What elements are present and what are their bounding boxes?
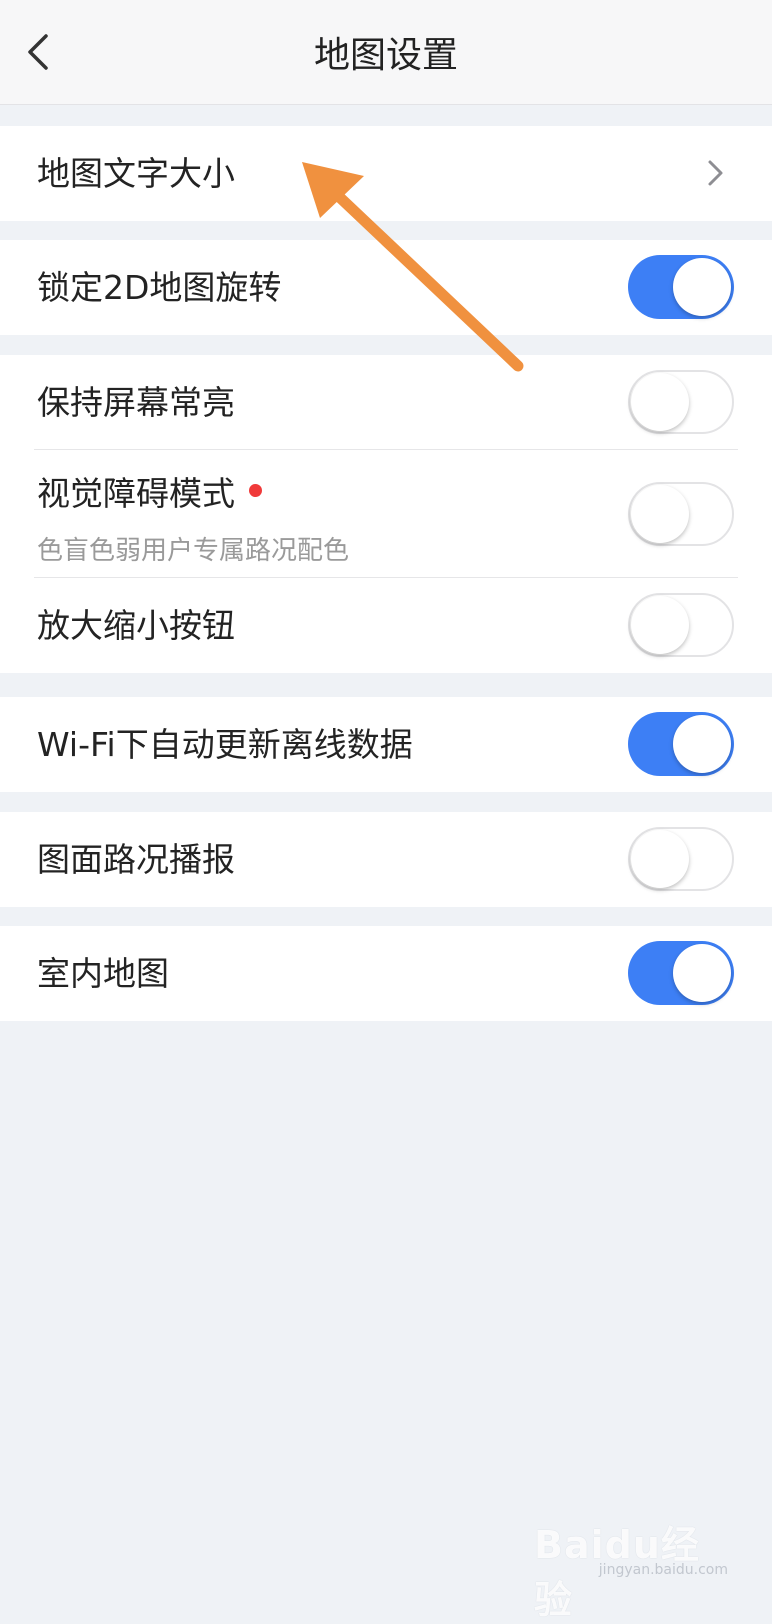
- setting-label: 视觉障碍模式: [37, 474, 235, 513]
- toggle-knob: [673, 715, 731, 773]
- setting-row-text-size[interactable]: 地图文字大小: [0, 126, 772, 221]
- toggle-knob: [631, 596, 689, 654]
- setting-label: 室内地图: [37, 954, 169, 993]
- setting-label: 保持屏幕常亮: [37, 383, 235, 422]
- settings-group-display: 保持屏幕常亮 视觉障碍模式 色盲色弱用户专属路况配色 放大缩小按钮: [0, 355, 772, 673]
- page-title: 地图设置: [313, 35, 458, 76]
- visual-impairment-toggle[interactable]: [628, 482, 734, 546]
- toggle-knob: [631, 830, 689, 888]
- setting-label: Wi-Fi下自动更新离线数据: [37, 725, 413, 764]
- watermark-url: jingyan.baidu.com: [598, 1562, 728, 1578]
- baidu-watermark: Baidu经验 jingyan.baidu.com: [534, 1508, 734, 1622]
- setting-row-indoor-map: 室内地图: [0, 926, 772, 1021]
- setting-row-wifi-offline-update: Wi-Fi下自动更新离线数据: [0, 697, 772, 792]
- setting-label: 地图文字大小: [37, 154, 235, 193]
- settings-group-indoor: 室内地图: [0, 926, 772, 1021]
- setting-label: 放大缩小按钮: [37, 606, 235, 645]
- setting-row-lock-rotation: 锁定2D地图旋转: [0, 240, 772, 335]
- new-badge-dot: [249, 484, 262, 497]
- setting-sublabel: 色盲色弱用户专属路况配色: [37, 536, 350, 566]
- lock-rotation-toggle[interactable]: [628, 255, 734, 319]
- zoom-buttons-toggle[interactable]: [628, 593, 734, 657]
- keep-screen-on-toggle[interactable]: [628, 370, 734, 434]
- nav-header: 地图设置: [0, 0, 772, 105]
- indoor-map-toggle[interactable]: [628, 941, 734, 1005]
- setting-row-traffic-broadcast: 图面路况播报: [0, 812, 772, 907]
- settings-group-traffic: 图面路况播报: [0, 812, 772, 907]
- toggle-knob: [631, 485, 689, 543]
- setting-row-keep-screen-on: 保持屏幕常亮: [0, 355, 772, 450]
- traffic-broadcast-toggle[interactable]: [628, 827, 734, 891]
- setting-row-visual-impairment: 视觉障碍模式 色盲色弱用户专属路况配色: [0, 450, 772, 578]
- toggle-knob: [631, 373, 689, 431]
- chevron-right-icon: [708, 160, 723, 186]
- setting-label-with-badge: 视觉障碍模式: [37, 474, 262, 514]
- settings-group-rotation: 锁定2D地图旋转: [0, 240, 772, 335]
- setting-label: 锁定2D地图旋转: [37, 268, 282, 307]
- settings-group-text-size: 地图文字大小: [0, 126, 772, 221]
- toggle-knob: [673, 258, 731, 316]
- toggle-knob: [673, 944, 731, 1002]
- setting-label: 图面路况播报: [37, 840, 235, 879]
- settings-group-offline: Wi-Fi下自动更新离线数据: [0, 697, 772, 792]
- wifi-offline-update-toggle[interactable]: [628, 712, 734, 776]
- setting-row-zoom-buttons: 放大缩小按钮: [0, 578, 772, 673]
